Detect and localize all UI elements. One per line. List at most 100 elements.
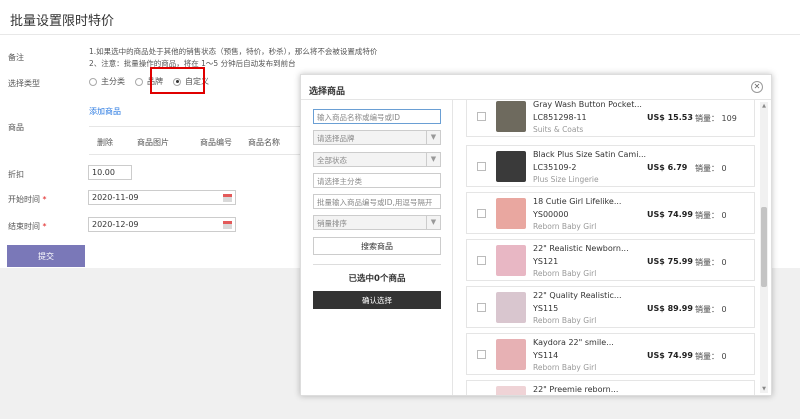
- product-price: US$ 74.99: [647, 351, 693, 360]
- confirm-selection-button[interactable]: 确认选择: [313, 291, 441, 309]
- product-name: Black Plus Size Satin Cami...: [533, 150, 647, 159]
- brand-select[interactable]: 请选择品牌 ▼: [313, 130, 441, 145]
- product-thumbnail: [496, 292, 526, 323]
- sort-select[interactable]: 销量排序 ▼: [313, 215, 441, 230]
- remark-label: 备注: [8, 53, 24, 62]
- calendar-icon[interactable]: [223, 194, 232, 202]
- radio-label: 主分类: [101, 77, 125, 86]
- product-thumbnail: [496, 245, 526, 276]
- product-row[interactable]: 22" Quality Realistic... YS115 Reborn Ba…: [466, 286, 755, 328]
- product-thumbnail: [496, 101, 526, 132]
- product-checkbox[interactable]: [477, 162, 486, 171]
- product-thumbnail: [496, 198, 526, 229]
- start-time-label: 开始时间 *: [8, 195, 47, 204]
- chevron-down-icon: ▼: [426, 153, 440, 166]
- product-price: US$ 15.53: [647, 113, 693, 122]
- category-input[interactable]: 请选择主分类: [313, 173, 441, 188]
- product-row[interactable]: Black Plus Size Satin Cami... LC35109-2 …: [466, 145, 755, 187]
- page-title: 批量设置限时特价: [10, 14, 115, 29]
- goods-table-header-border: [89, 154, 304, 155]
- goods-label: 商品: [8, 123, 24, 132]
- close-icon[interactable]: ✕: [751, 81, 763, 93]
- product-checkbox[interactable]: [477, 350, 486, 359]
- col-header-name: 商品名称: [248, 138, 280, 147]
- product-name: Gray Wash Button Pocket...: [533, 100, 642, 109]
- product-row[interactable]: Gray Wash Button Pocket... LC851298-11 S…: [466, 100, 755, 137]
- batch-id-input[interactable]: 批量输入商品编号或ID,用逗号隔开: [313, 194, 441, 209]
- product-thumbnail: [496, 151, 526, 182]
- product-row[interactable]: 22" Preemie reborn...: [466, 380, 755, 395]
- radio-main-category[interactable]: 主分类: [89, 76, 125, 87]
- scroll-down-icon[interactable]: ▼: [760, 385, 768, 393]
- selected-count: 已选中0个商品: [348, 274, 406, 284]
- product-checkbox[interactable]: [477, 303, 486, 312]
- product-thumbnail: [496, 386, 526, 395]
- select-goods-modal: 选择商品 ✕ 输入商品名称或编号或ID 请选择品牌 ▼ 全部状态 ▼ 请选择主分…: [300, 74, 772, 396]
- radio-dot: [89, 77, 97, 86]
- product-category: Reborn Baby Girl: [533, 269, 597, 278]
- product-sales: 销量： 0: [695, 164, 727, 173]
- product-name: 22" Realistic Newborn...: [533, 244, 629, 253]
- product-checkbox[interactable]: [477, 209, 486, 218]
- chevron-down-icon: ▼: [426, 216, 440, 229]
- add-goods-link[interactable]: 添加商品: [89, 106, 121, 117]
- product-category: Plus Size Lingerie: [533, 175, 599, 184]
- modal-title: 选择商品: [309, 87, 346, 97]
- scrollbar-thumb[interactable]: [761, 207, 767, 287]
- calendar-icon[interactable]: [223, 221, 232, 229]
- col-header-image: 商品图片: [137, 138, 169, 147]
- product-row[interactable]: 22" Realistic Newborn... YS121 Reborn Ba…: [466, 239, 755, 281]
- discount-input[interactable]: 10.00: [88, 165, 132, 180]
- end-date-input[interactable]: 2020-12-09: [88, 217, 236, 232]
- product-code: YS115: [533, 304, 559, 313]
- product-code: LC35109-2: [533, 163, 577, 172]
- product-sales: 销量： 109: [695, 114, 737, 123]
- product-name: 22" Quality Realistic...: [533, 291, 622, 300]
- product-code: YS121: [533, 257, 559, 266]
- radio-dot: [135, 77, 143, 86]
- end-time-label: 结束时间 *: [8, 222, 47, 231]
- product-category: Suits & Coats: [533, 125, 584, 134]
- product-category: Reborn Baby Girl: [533, 222, 597, 231]
- type-label: 选择类型: [8, 79, 40, 88]
- note-line-1: 1.如果选中的商品处于其他的销售状态（预售，特价，秒杀），那么将不会被设置成特价: [89, 47, 378, 56]
- product-price: US$ 74.99: [647, 210, 693, 219]
- product-sales: 销量： 0: [695, 305, 727, 314]
- product-category: Reborn Baby Girl: [533, 363, 597, 372]
- chevron-down-icon: ▼: [426, 131, 440, 144]
- col-header-code: 商品编号: [200, 138, 232, 147]
- product-row[interactable]: 18 Cutie Girl Lifelike... YS00000 Reborn…: [466, 192, 755, 234]
- product-price: US$ 6.79: [647, 163, 688, 172]
- product-thumbnail: [496, 339, 526, 370]
- product-price: US$ 75.99: [647, 257, 693, 266]
- product-code: YS00000: [533, 210, 569, 219]
- selected-divider: [313, 264, 441, 265]
- col-header-delete: 删除: [97, 138, 113, 147]
- product-checkbox[interactable]: [477, 112, 486, 121]
- title-divider: [0, 34, 800, 35]
- product-code: YS114: [533, 351, 559, 360]
- product-sales: 销量： 0: [695, 258, 727, 267]
- submit-button[interactable]: 提交: [7, 245, 85, 267]
- product-category: Reborn Baby Girl: [533, 316, 597, 325]
- product-name: 22" Preemie reborn...: [533, 385, 619, 394]
- product-sales: 销量： 0: [695, 352, 727, 361]
- goods-table-top-border: [89, 126, 304, 127]
- product-price: US$ 89.99: [647, 304, 693, 313]
- product-name: 18 Cutie Girl Lifelike...: [533, 197, 622, 206]
- keyword-search-input[interactable]: 输入商品名称或编号或ID: [313, 109, 441, 124]
- product-list: Gray Wash Button Pocket... LC851298-11 S…: [466, 100, 756, 395]
- annotation-highlight-box: [150, 67, 205, 94]
- search-goods-button[interactable]: 搜索商品: [313, 237, 441, 255]
- modal-column-divider: [452, 100, 453, 395]
- scroll-up-icon[interactable]: ▲: [760, 102, 768, 110]
- status-select[interactable]: 全部状态 ▼: [313, 152, 441, 167]
- product-sales: 销量： 0: [695, 211, 727, 220]
- start-date-input[interactable]: 2020-11-09: [88, 190, 236, 205]
- product-list-scrollbar[interactable]: ▲ ▼: [760, 102, 768, 393]
- product-checkbox[interactable]: [477, 256, 486, 265]
- product-code: LC851298-11: [533, 113, 587, 122]
- discount-label: 折扣: [8, 170, 24, 179]
- product-name: Kaydora 22" smile...: [533, 338, 614, 347]
- product-row[interactable]: Kaydora 22" smile... YS114 Reborn Baby G…: [466, 333, 755, 375]
